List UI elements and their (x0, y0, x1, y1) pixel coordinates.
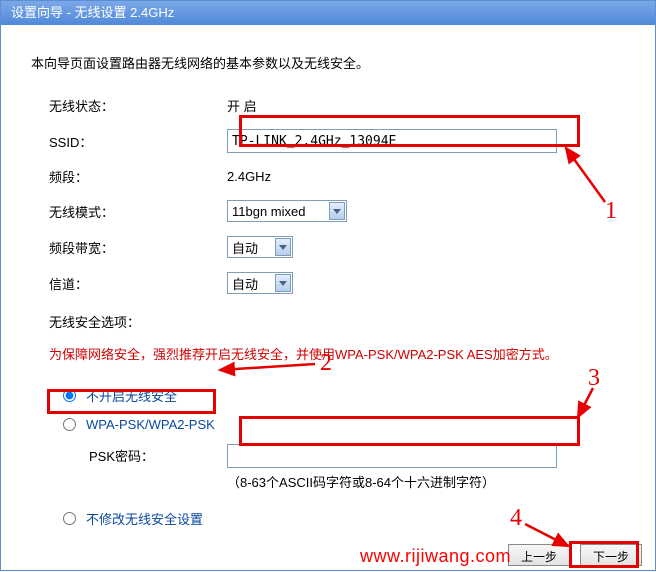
label-band: 频段： (49, 167, 227, 186)
value-wireless-status: 开 启 (227, 96, 257, 115)
channel-select[interactable]: 自动 (227, 272, 293, 294)
window-title: 设置向导 - 无线设置 2.4GHz (11, 5, 174, 20)
ssid-input[interactable] (227, 129, 557, 153)
label-channel-width: 频段带宽： (49, 238, 227, 257)
channel-value: 自动 (232, 274, 258, 293)
next-button[interactable]: 下一步 (580, 544, 642, 566)
radio-no-change[interactable] (63, 512, 76, 525)
radio-wpa-psk[interactable] (63, 418, 76, 431)
chevron-down-icon (275, 238, 291, 256)
label-ssid: SSID： (49, 132, 227, 151)
channel-width-select[interactable]: 自动 (227, 236, 293, 258)
row-channel-width: 频段带宽： 自动 (31, 236, 625, 258)
wireless-mode-value: 11bgn mixed (232, 204, 305, 219)
psk-input[interactable] (227, 444, 557, 468)
chevron-down-icon (329, 202, 345, 220)
psk-hint: （8-63个ASCII码字符或8-64个十六进制字符） (31, 472, 625, 491)
channel-width-value: 自动 (232, 238, 258, 257)
radio-row-wpa: WPA-PSK/WPA2-PSK (31, 417, 625, 432)
prev-button[interactable]: 上一步 (508, 544, 570, 566)
button-area: 上一步 下一步 (508, 544, 642, 566)
radio-disable-security[interactable] (63, 389, 76, 402)
row-channel: 信道： 自动 (31, 272, 625, 294)
row-wireless-status: 无线状态： 开 启 (31, 96, 625, 115)
label-channel: 信道： (49, 274, 227, 293)
row-wireless-mode: 无线模式： 11bgn mixed (31, 200, 625, 222)
security-heading: 无线安全选项： (49, 312, 625, 331)
row-psk: PSK密码： (31, 444, 625, 468)
title-bar: 设置向导 - 无线设置 2.4GHz (1, 1, 655, 25)
watermark: www.rijiwang.com (360, 546, 511, 567)
wizard-window: 设置向导 - 无线设置 2.4GHz 本向导页面设置路由器无线网络的基本参数以及… (0, 0, 656, 571)
radio-row-nochange: 不修改无线安全设置 (31, 509, 625, 528)
label-wireless-mode: 无线模式： (49, 202, 227, 221)
radio-label-disable: 不开启无线安全 (86, 386, 177, 405)
radio-label-wpa: WPA-PSK/WPA2-PSK (86, 417, 215, 432)
label-psk: PSK密码： (89, 446, 227, 465)
chevron-down-icon (275, 274, 291, 292)
wireless-mode-select[interactable]: 11bgn mixed (227, 200, 347, 222)
radio-label-nochange: 不修改无线安全设置 (86, 509, 203, 528)
value-band: 2.4GHz (227, 169, 271, 184)
radio-row-disable: 不开启无线安全 (31, 386, 625, 405)
row-band: 频段： 2.4GHz (31, 167, 625, 186)
row-ssid: SSID： (31, 129, 625, 153)
intro-text: 本向导页面设置路由器无线网络的基本参数以及无线安全。 (31, 53, 625, 72)
label-wireless-status: 无线状态： (49, 96, 227, 115)
security-warning: 为保障网络安全，强烈推荐开启无线安全，并使用WPA-PSK/WPA2-PSK A… (49, 345, 625, 366)
content-area: 本向导页面设置路由器无线网络的基本参数以及无线安全。 无线状态： 开 启 SSI… (1, 25, 655, 528)
